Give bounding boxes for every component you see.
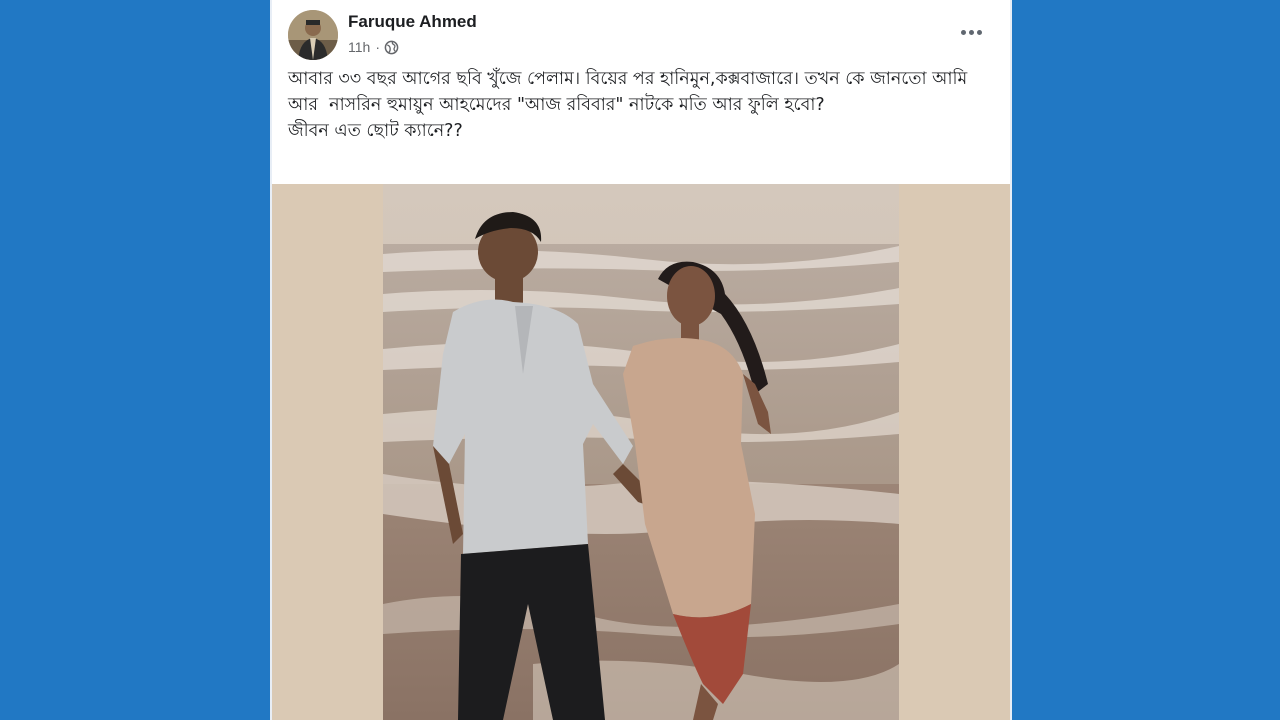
meta-separator: · xyxy=(375,39,380,55)
post-meta: 11h · xyxy=(348,39,399,55)
post-header: Faruque Ahmed 11h · xyxy=(272,0,1010,64)
more-options-icon xyxy=(960,29,966,35)
post-photo[interactable] xyxy=(383,184,899,720)
avatar-image xyxy=(288,10,338,60)
author-name[interactable]: Faruque Ahmed xyxy=(348,12,477,32)
post-photo-container[interactable] xyxy=(272,184,1010,720)
post-caption: আবার ৩৩ বছর আগের ছবি খুঁজে পেলাম। বিয়ের… xyxy=(288,66,988,144)
globe-icon xyxy=(384,40,399,54)
avatar[interactable] xyxy=(288,10,338,60)
caption-line-2: জীবন এত ছোট ক্যানে?? xyxy=(288,121,463,141)
caption-line-1: আবার ৩৩ বছর আগের ছবি খুঁজে পেলাম। বিয়ের… xyxy=(288,69,973,115)
post-card: Faruque Ahmed 11h · আবার ৩৩ বছর আগের ছবি… xyxy=(270,0,1012,720)
post-time[interactable]: 11h xyxy=(348,39,370,55)
more-options-button[interactable] xyxy=(956,20,986,44)
beach-photo-image xyxy=(383,184,899,720)
